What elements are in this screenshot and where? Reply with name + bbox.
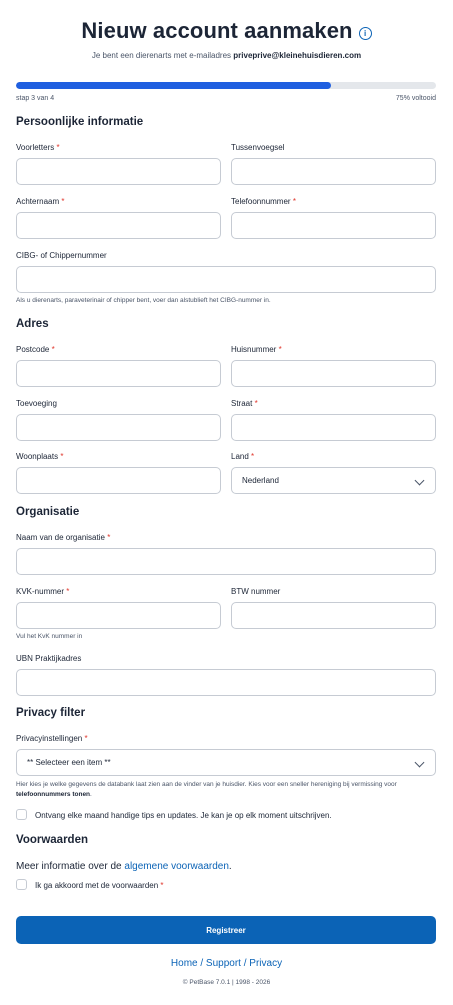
- city-label: Woonplaats *: [16, 452, 64, 461]
- agree-checkbox[interactable]: [16, 879, 27, 890]
- page-header: Nieuw account aanmaken i Je bent een die…: [0, 0, 453, 60]
- privacy-settings-label: Privacyinstellingen *: [16, 734, 88, 743]
- cibg-input[interactable]: [16, 266, 436, 293]
- register-button[interactable]: Registreer: [16, 916, 436, 944]
- vat-input[interactable]: [231, 602, 436, 629]
- kvk-hint: Vul het KvK nummer in: [16, 633, 83, 640]
- initials-label: Voorletters *: [16, 143, 60, 152]
- addition-label: Toevoeging: [16, 399, 57, 408]
- newsletter-checkbox[interactable]: [16, 809, 27, 820]
- info-icon[interactable]: i: [358, 26, 372, 40]
- chevron-down-icon: [414, 475, 425, 486]
- subtitle-email: priveprive@kleinehuisdieren.com: [233, 51, 362, 60]
- section-address: Adres: [16, 318, 49, 330]
- city-input[interactable]: [16, 467, 221, 494]
- addition-input[interactable]: [16, 414, 221, 441]
- phone-label: Telefoonnummer *: [231, 197, 296, 206]
- terms-link[interactable]: algemene voorwaarden: [124, 861, 229, 872]
- ubn-label: UBN Praktijkadres: [16, 654, 82, 663]
- section-personal: Persoonlijke informatie: [16, 116, 144, 128]
- privacy-value: ** Selecteer een item **: [27, 758, 111, 767]
- progress-step-label: stap 3 van 4: [16, 95, 55, 102]
- terms-text: Meer informatie over de algemene voorwaa…: [16, 861, 232, 872]
- title-row: Nieuw account aanmaken i: [0, 18, 453, 44]
- footer-copyright: © PetBase 7.0.1 | 1998 - 2026: [182, 979, 271, 986]
- section-organisation: Organisatie: [16, 506, 80, 518]
- country-select[interactable]: Nederland: [231, 467, 436, 494]
- initials-input[interactable]: [16, 158, 221, 185]
- subtitle: Je bent een dierenarts met e-mailadres p…: [0, 51, 453, 60]
- vat-label: BTW nummer: [231, 587, 281, 596]
- postcode-label: Postcode *: [16, 345, 55, 354]
- page-title: Nieuw account aanmaken: [81, 18, 353, 43]
- progress-fill: [16, 82, 331, 89]
- chevron-down-icon: [414, 757, 425, 768]
- kvk-label: KVK-nummer *: [16, 587, 70, 596]
- last-name-input[interactable]: [16, 212, 221, 239]
- org-name-input[interactable]: [16, 548, 436, 575]
- section-privacy: Privacy filter: [16, 707, 86, 719]
- country-label: Land *: [231, 452, 255, 461]
- progress-track: [16, 82, 436, 89]
- progress-labels: stap 3 van 4 75% voltooid: [16, 95, 436, 102]
- section-terms: Voorwaarden: [16, 834, 88, 846]
- progress-percent-label: 75% voltooid: [395, 95, 436, 102]
- cibg-label: CIBG- of Chippernummer: [16, 251, 107, 260]
- phone-input[interactable]: [231, 212, 436, 239]
- ubn-input[interactable]: [16, 669, 436, 696]
- street-input[interactable]: [231, 414, 436, 441]
- street-label: Straat *: [231, 399, 258, 408]
- postcode-input[interactable]: [16, 360, 221, 387]
- footer-links[interactable]: Home / Support / Privacy: [0, 958, 453, 969]
- house-number-label: Huisnummer *: [231, 345, 282, 354]
- infix-input[interactable]: [231, 158, 436, 185]
- subtitle-text: Je bent een dierenarts met e-mailadres: [91, 51, 234, 60]
- privacy-select[interactable]: ** Selecteer een item **: [16, 749, 436, 776]
- org-name-label: Naam van de organisatie *: [16, 533, 111, 542]
- infix-label: Tussenvoegsel: [231, 143, 285, 152]
- agree-label: Ik ga akkoord met de voorwaarden *: [35, 881, 164, 890]
- privacy-hint: Hier kies je welke gegevens de databank …: [16, 781, 397, 798]
- kvk-input[interactable]: [16, 602, 221, 629]
- cibg-hint: Als u dierenarts, paraveterinair of chip…: [16, 297, 271, 304]
- country-value: Nederland: [242, 476, 279, 485]
- house-number-input[interactable]: [231, 360, 436, 387]
- last-name-label: Achternaam *: [16, 197, 65, 206]
- progress: stap 3 van 4 75% voltooid: [16, 82, 436, 102]
- newsletter-label: Ontvang elke maand handige tips en updat…: [35, 811, 332, 820]
